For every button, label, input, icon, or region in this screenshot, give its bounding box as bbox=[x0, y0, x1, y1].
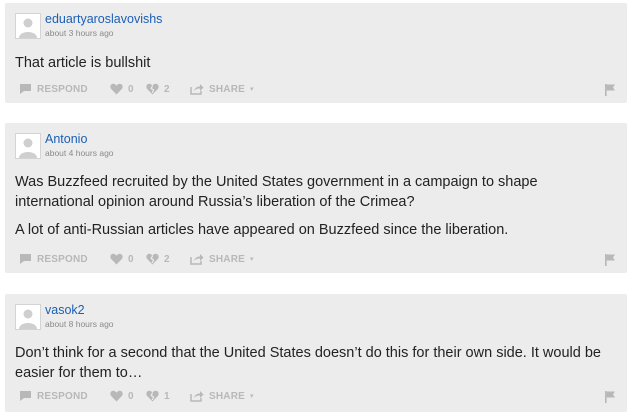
comment-timestamp: about 4 hours ago bbox=[45, 148, 114, 158]
flag-button[interactable] bbox=[604, 81, 621, 97]
chevron-down-icon: ▾ bbox=[250, 393, 254, 400]
comment-paragraph: A lot of anti-Russian articles have appe… bbox=[15, 222, 509, 238]
avatar[interactable] bbox=[15, 304, 41, 330]
dislike-count: 2 bbox=[164, 83, 170, 95]
comment-username[interactable]: eduartyaroslavovishs bbox=[45, 12, 162, 26]
comment-card: vasok2 about 8 hours ago Don’t think for… bbox=[5, 294, 627, 412]
broken-heart-icon bbox=[146, 390, 159, 402]
share-label: SHARE bbox=[209, 253, 246, 265]
like-count: 0 bbox=[128, 390, 134, 402]
comment-timestamp: about 8 hours ago bbox=[45, 319, 114, 329]
respond-button[interactable]: RESPOND bbox=[19, 251, 88, 267]
speech-bubble-icon bbox=[20, 254, 31, 264]
share-button[interactable]: SHARE ▾ bbox=[190, 251, 254, 267]
comment-card: eduartyaroslavovishs about 3 hours ago T… bbox=[5, 3, 627, 103]
comment-actions: RESPOND 0 2 SHARE ▾ bbox=[19, 81, 619, 97]
flag-icon bbox=[605, 390, 615, 403]
respond-button[interactable]: RESPOND bbox=[19, 388, 88, 404]
heart-icon bbox=[110, 390, 123, 402]
comment-card: Antonio about 4 hours ago Was Buzzfeed r… bbox=[5, 123, 627, 273]
dislike-button[interactable]: 2 bbox=[146, 81, 170, 97]
respond-button[interactable]: RESPOND bbox=[19, 81, 88, 97]
flag-icon bbox=[605, 83, 615, 96]
flag-button[interactable] bbox=[604, 388, 621, 404]
broken-heart-icon bbox=[146, 83, 159, 95]
comment-paragraph: That article is bullshit bbox=[15, 55, 151, 71]
chevron-down-icon: ▾ bbox=[250, 86, 254, 93]
respond-label: RESPOND bbox=[37, 390, 88, 402]
share-button[interactable]: SHARE ▾ bbox=[190, 81, 254, 97]
respond-label: RESPOND bbox=[37, 253, 88, 265]
comment-body: Don’t think for a second that the United… bbox=[15, 343, 607, 383]
like-count: 0 bbox=[128, 83, 134, 95]
comment-body: Was Buzzfeed recruited by the United Sta… bbox=[15, 172, 607, 240]
heart-icon bbox=[110, 83, 123, 95]
user-silhouette-icon bbox=[16, 134, 40, 158]
comment-actions: RESPOND 0 2 SHARE ▾ bbox=[19, 251, 619, 267]
comment-timestamp: about 3 hours ago bbox=[45, 28, 114, 38]
user-silhouette-icon bbox=[16, 305, 40, 329]
speech-bubble-icon bbox=[20, 84, 31, 94]
comment-paragraph: Was Buzzfeed recruited by the United Sta… bbox=[15, 174, 538, 210]
dislike-count: 1 bbox=[164, 390, 170, 402]
dislike-button[interactable]: 1 bbox=[146, 388, 170, 404]
chevron-down-icon: ▾ bbox=[250, 256, 254, 263]
share-arrow-icon bbox=[190, 391, 204, 402]
broken-heart-icon bbox=[146, 253, 159, 265]
share-arrow-icon bbox=[190, 254, 204, 265]
avatar[interactable] bbox=[15, 13, 41, 39]
share-button[interactable]: SHARE ▾ bbox=[190, 388, 254, 404]
like-button[interactable]: 0 bbox=[110, 81, 134, 97]
flag-button[interactable] bbox=[604, 251, 621, 267]
flag-icon bbox=[605, 253, 615, 266]
comment-username[interactable]: vasok2 bbox=[45, 303, 85, 317]
comment-actions: RESPOND 0 1 SHARE ▾ bbox=[19, 388, 619, 404]
speech-bubble-icon bbox=[20, 391, 31, 401]
like-button[interactable]: 0 bbox=[110, 251, 134, 267]
comment-body: That article is bullshit bbox=[15, 53, 607, 73]
avatar[interactable] bbox=[15, 133, 41, 159]
user-silhouette-icon bbox=[16, 14, 40, 38]
comment-username[interactable]: Antonio bbox=[45, 132, 87, 146]
heart-icon bbox=[110, 253, 123, 265]
like-count: 0 bbox=[128, 253, 134, 265]
share-arrow-icon bbox=[190, 84, 204, 95]
dislike-button[interactable]: 2 bbox=[146, 251, 170, 267]
share-label: SHARE bbox=[209, 390, 246, 402]
dislike-count: 2 bbox=[164, 253, 170, 265]
comment-paragraph: Don’t think for a second that the United… bbox=[15, 345, 601, 381]
respond-label: RESPOND bbox=[37, 83, 88, 95]
share-label: SHARE bbox=[209, 83, 246, 95]
like-button[interactable]: 0 bbox=[110, 388, 134, 404]
